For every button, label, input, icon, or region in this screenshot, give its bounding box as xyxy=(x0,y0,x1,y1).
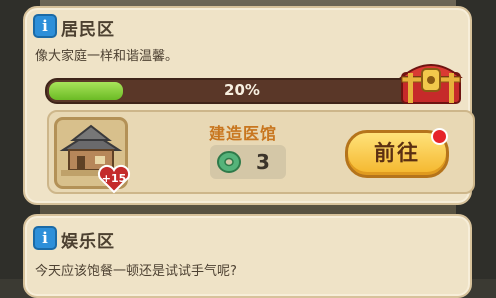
panel-subtitle: 像大家庭一样和谐温馨。 xyxy=(35,49,179,64)
heart-icon xyxy=(97,164,131,194)
progress-text: 20% xyxy=(224,81,260,99)
panel-subtitle: 今天应该饱餐一顿还是试试手气呢? xyxy=(35,264,237,279)
cost-box: 3 xyxy=(210,145,286,179)
cost-value: 3 xyxy=(256,150,270,174)
notification-dot xyxy=(431,128,448,145)
progress-bar: 20% xyxy=(45,78,439,104)
panel-title: 居民区 xyxy=(61,20,115,40)
panel-title: 娱乐区 xyxy=(61,232,115,252)
treasure-chest-icon[interactable] xyxy=(398,55,464,105)
info-icon[interactable]: i xyxy=(33,226,57,250)
entertainment-panel: i 娱乐区 今天应该饱餐一顿还是试试手气呢? xyxy=(23,214,472,298)
build-task-card: +15 建造医馆 3 前往 xyxy=(47,110,475,194)
build-task-label: 建造医馆 xyxy=(209,124,278,143)
info-icon[interactable]: i xyxy=(33,14,57,38)
jade-coin-icon xyxy=(217,151,241,173)
